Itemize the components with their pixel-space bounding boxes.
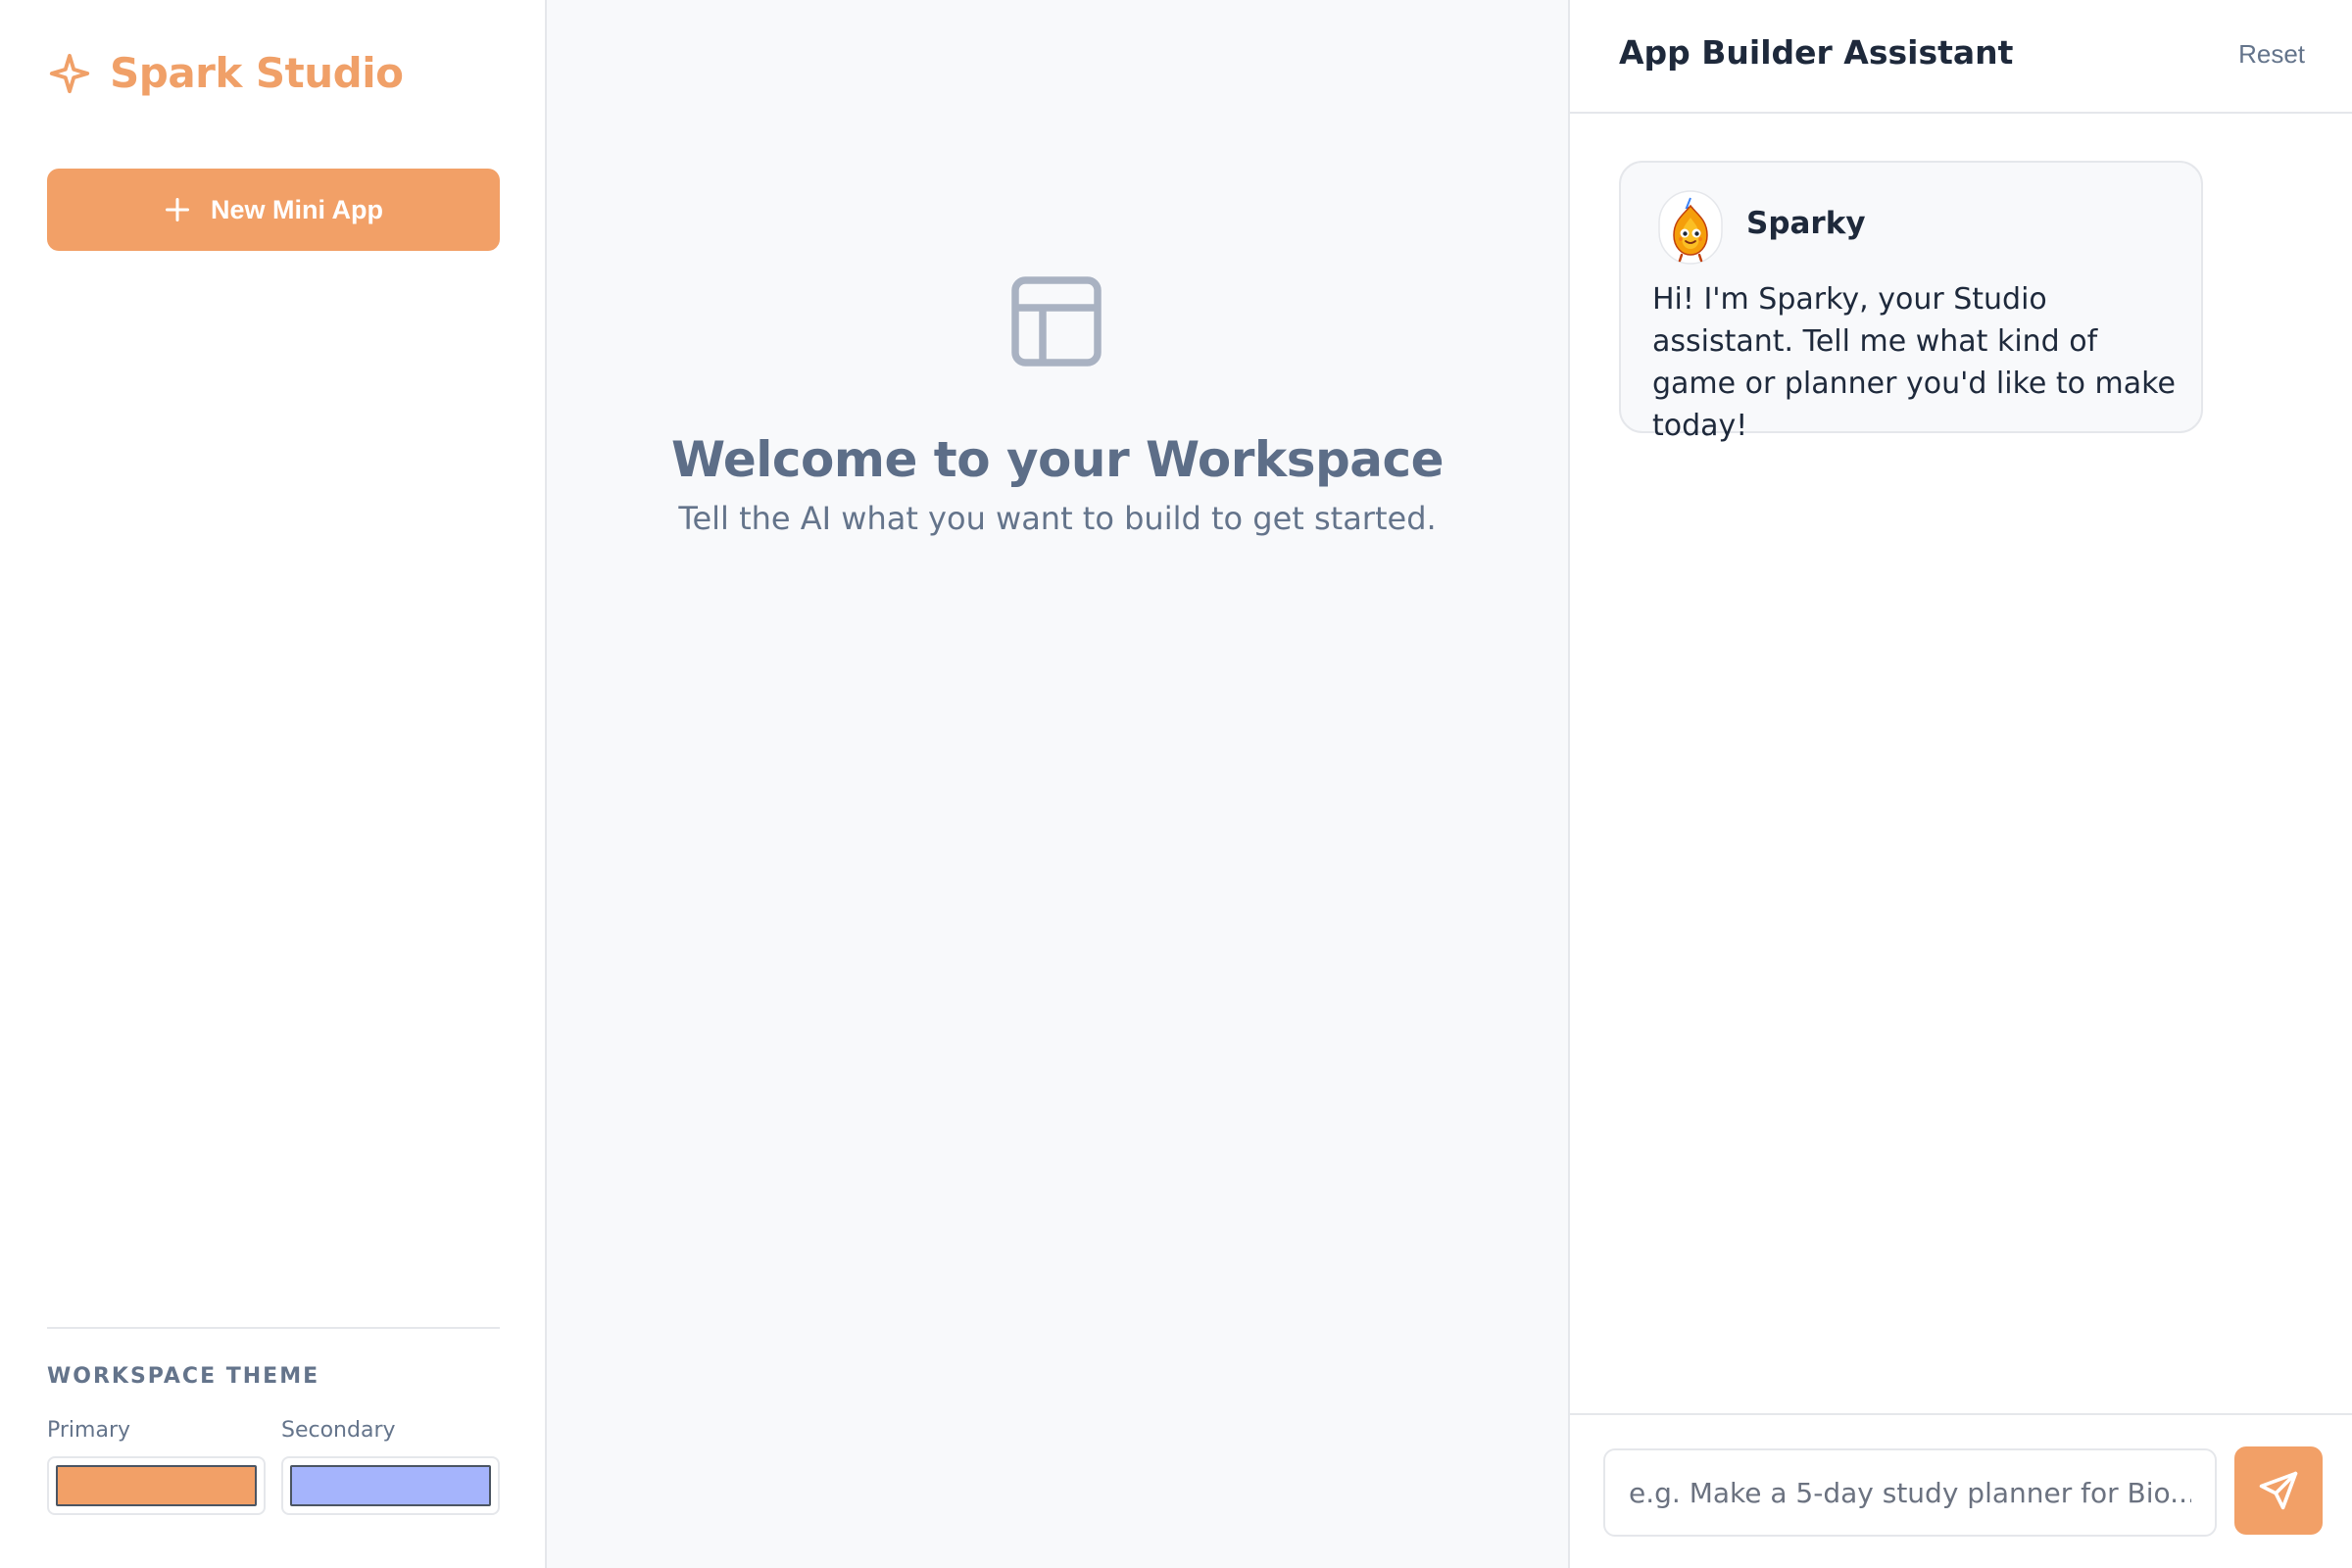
message-sender: Sparky [1746,206,1866,241]
primary-color-picker[interactable] [47,1456,266,1515]
workspace-theme-title: WORKSPACE THEME [47,1364,320,1389]
new-mini-app-button[interactable]: New Mini App [47,169,500,251]
plus-icon [165,197,190,222]
secondary-color-swatch [290,1465,491,1506]
brand-name: Spark Studio [110,49,404,97]
sidebar: Spark Studio New Mini App WORKSPACE THEM… [0,0,547,1568]
send-icon [2259,1471,2298,1510]
chat-message: Sparky Hi! I'm Sparky, your Studio assis… [1619,161,2203,443]
send-button[interactable] [2234,1446,2323,1535]
chat-composer [1570,1413,2352,1568]
workspace-canvas: Welcome to your Workspace Tell the AI wh… [547,0,1568,1568]
sparky-mascot-avatar [1658,190,1723,265]
secondary-color-label: Secondary [281,1418,396,1443]
secondary-color-picker[interactable] [281,1456,500,1515]
assistant-panel: App Builder Assistant Reset Sparky Hi! I… [1568,0,2352,1568]
layout-icon [1011,276,1102,367]
secondary-color-group: Secondary [281,1418,500,1515]
welcome-title: Welcome to your Workspace [670,431,1445,488]
theme-swatch-row: Primary Secondary [47,1418,500,1515]
primary-color-group: Primary [47,1418,266,1515]
brand[interactable]: Spark Studio [47,49,404,97]
reset-button[interactable]: Reset [2238,39,2305,70]
primary-color-label: Primary [47,1418,131,1443]
workspace-theme-section: WORKSPACE THEME Primary Secondary [47,1327,500,1515]
new-mini-app-label: New Mini App [211,194,383,224]
message-text: Hi! I'm Sparky, your Studio assistant. T… [1652,282,2176,443]
assistant-title: App Builder Assistant [1619,33,2014,72]
primary-color-swatch [56,1465,257,1506]
sparkle-icon [49,53,90,93]
assistant-header: App Builder Assistant Reset [1570,0,2352,114]
chat-input[interactable] [1603,1448,2217,1537]
welcome-subtitle: Tell the AI what you want to build to ge… [678,500,1437,537]
